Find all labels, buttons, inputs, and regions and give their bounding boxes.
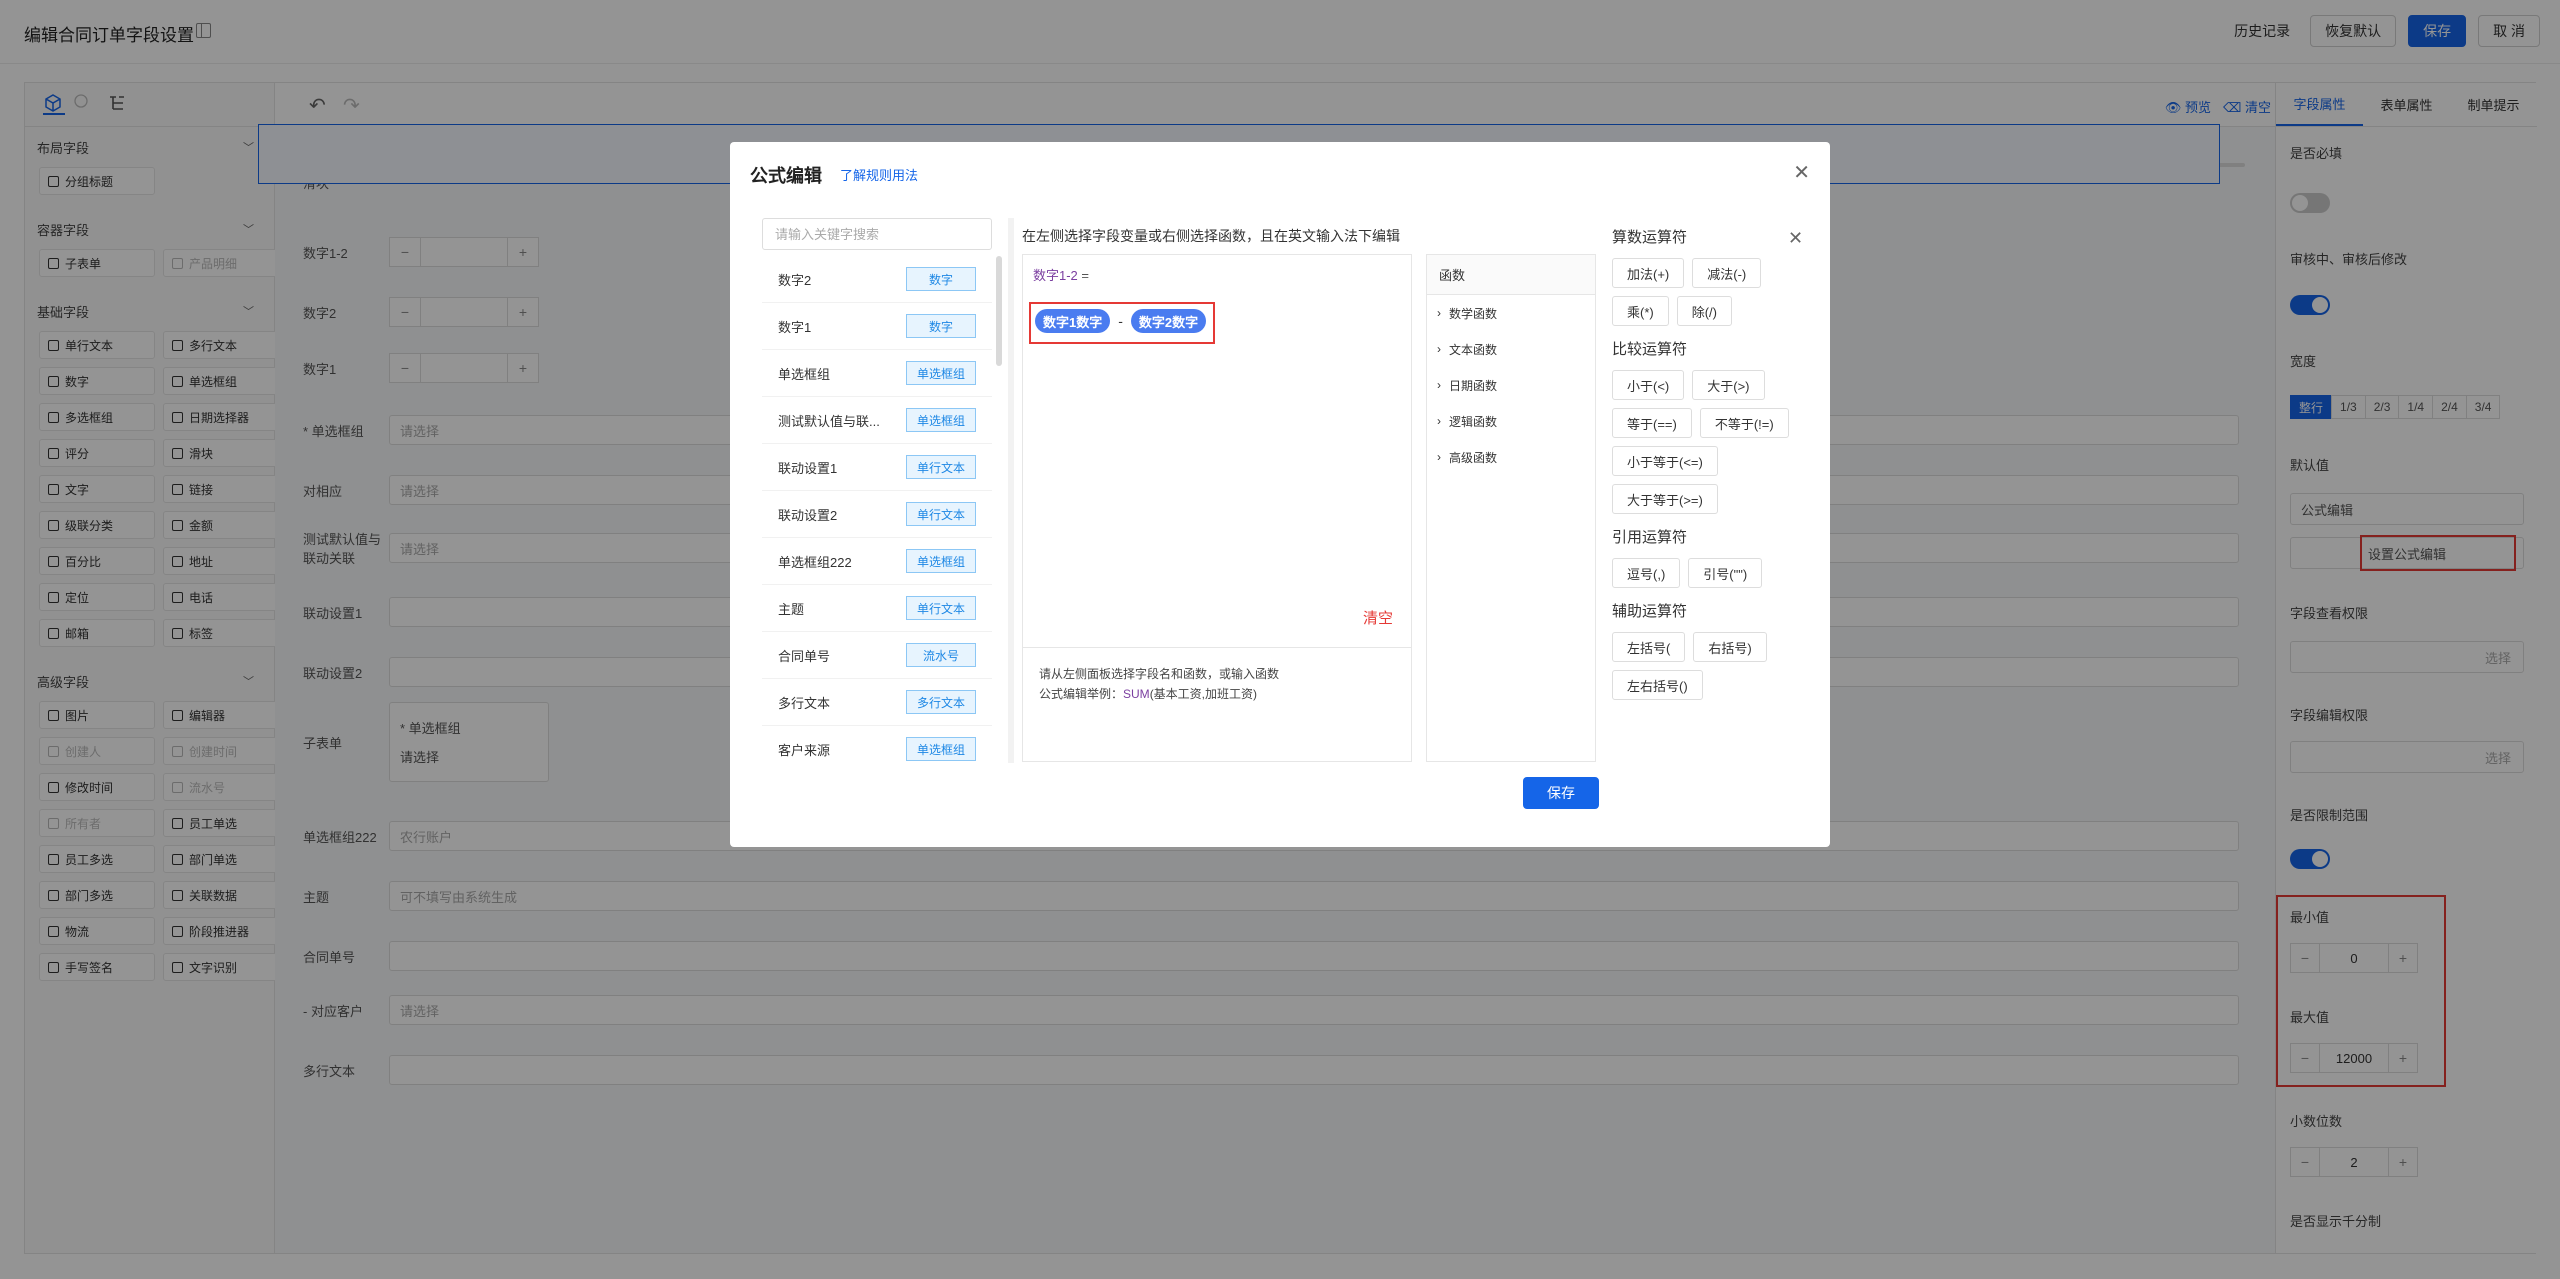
field-type-badge: 多行文本 bbox=[906, 690, 976, 714]
function-category-label: 逻辑函数 bbox=[1449, 414, 1498, 429]
operator-button[interactable]: 左右括号() bbox=[1612, 670, 1703, 700]
function-category-label: 数学函数 bbox=[1449, 306, 1498, 321]
field-variable-name: 联动设置2 bbox=[778, 507, 838, 523]
field-type-badge: 单选框组 bbox=[906, 737, 976, 761]
field-variable-item[interactable]: 客户来源 单选框组 bbox=[762, 726, 992, 761]
help-example-args: (基本工资,加班工资) bbox=[1149, 687, 1258, 701]
chevron-right-icon: › bbox=[1437, 342, 1441, 356]
field-type-badge: 数字 bbox=[906, 267, 976, 291]
help-example-fn: SUM bbox=[1123, 687, 1150, 701]
operator-button[interactable]: 乘(*) bbox=[1612, 296, 1669, 326]
function-header: 函数 bbox=[1427, 255, 1595, 295]
formula-editor-dialog: 公式编辑 了解规则用法 ✕ 数字2数字数字1数字单选框组单选框组测试默认值与联.… bbox=[730, 142, 1830, 847]
function-list: › 数学函数 › 文本函数 › 日期函数 › 逻辑函数 › 高级函数 bbox=[1427, 295, 1595, 475]
field-variable-list: 数字2 数字 数字1 数字 单选框组 单选框组 测试默认值与联... 单选框组 联动设置1 单行文… bbox=[762, 256, 992, 761]
field-variable-item[interactable]: 数字1 数字 bbox=[762, 303, 992, 350]
function-category[interactable]: › 逻辑函数 bbox=[1427, 403, 1595, 439]
rule-help-link[interactable]: 了解规则用法 bbox=[840, 165, 918, 184]
function-category[interactable]: › 文本函数 bbox=[1427, 331, 1595, 367]
equals-sign: = bbox=[1081, 268, 1090, 283]
operator-button[interactable]: 加法(+) bbox=[1612, 258, 1685, 288]
field-type-badge: 单选框组 bbox=[906, 408, 976, 432]
operator-panel: 算数运算符加法(+) 减法(-) 乘(*) 除(/) 比较运算符小于(<) 大于(>) 等于… bbox=[1612, 226, 1812, 712]
operator-button[interactable]: 逗号(,) bbox=[1612, 558, 1681, 588]
operator-button[interactable]: 等于(==) bbox=[1612, 408, 1692, 438]
field-variable-item[interactable]: 联动设置2 单行文本 bbox=[762, 491, 992, 538]
field-variable-item[interactable]: 单选框组222 单选框组 bbox=[762, 538, 992, 585]
field-variable-name: 数字2 bbox=[778, 272, 812, 288]
formula-editor[interactable]: 数字1-2 = 数字1数字 - 数字2数字 清空 请从左侧面板选择字段名和函数，… bbox=[1022, 254, 1412, 762]
function-category-label: 文本函数 bbox=[1449, 342, 1498, 357]
field-variable-item[interactable]: 单选框组 单选框组 bbox=[762, 350, 992, 397]
list-scrollbar[interactable] bbox=[996, 256, 1002, 366]
field-search-input[interactable] bbox=[762, 218, 992, 250]
field-type-badge: 单行文本 bbox=[906, 502, 976, 526]
operator-button[interactable]: 大于等于(>=) bbox=[1612, 484, 1718, 514]
function-category[interactable]: › 高级函数 bbox=[1427, 439, 1595, 475]
formula-save-button[interactable]: 保存 bbox=[1523, 777, 1599, 809]
field-variable-item[interactable]: 合同单号 流水号 bbox=[762, 632, 992, 679]
function-category[interactable]: › 日期函数 bbox=[1427, 367, 1595, 403]
formula-target: 数字1-2 = bbox=[1033, 265, 1089, 284]
operator-button[interactable]: 小于等于(<=) bbox=[1612, 446, 1718, 476]
operator-group: 加法(+) 减法(-) 乘(*) 除(/) bbox=[1612, 258, 1812, 326]
operator-button[interactable]: 除(/) bbox=[1676, 296, 1732, 326]
function-panel: 函数 › 数学函数 › 文本函数 › 日期函数 › 逻辑函数 › 高级函数 bbox=[1426, 254, 1596, 762]
field-variable-item[interactable]: 主题 单行文本 bbox=[762, 585, 992, 632]
field-variable-item[interactable]: 测试默认值与联... 单选框组 bbox=[762, 397, 992, 444]
operator-group: 逗号(,) 引号("") bbox=[1612, 558, 1812, 588]
field-variable-name: 数字1 bbox=[778, 319, 812, 335]
chevron-right-icon: › bbox=[1437, 450, 1441, 464]
operator-group: 小于(<) 大于(>) 等于(==) 不等于(!=) 小于等于(<=) 大于等于(>=) bbox=[1612, 370, 1812, 514]
operator-button[interactable]: 右括号) bbox=[1693, 632, 1767, 662]
operator-group-title: 比较运算符 bbox=[1612, 341, 1688, 358]
field-variable-name: 单选框组222 bbox=[778, 554, 852, 570]
field-variable-name: 客户来源 bbox=[778, 742, 831, 758]
operator-button[interactable]: 左括号( bbox=[1612, 632, 1686, 662]
operator-button[interactable]: 小于(<) bbox=[1612, 370, 1685, 400]
field-variable-item[interactable]: 多行文本 多行文本 bbox=[762, 679, 992, 726]
function-category-label: 高级函数 bbox=[1449, 450, 1498, 465]
field-variable-name: 多行文本 bbox=[778, 695, 831, 711]
chevron-right-icon: › bbox=[1437, 414, 1441, 428]
list-divider bbox=[1008, 218, 1014, 763]
operator-group-title: 算数运算符 bbox=[1612, 229, 1688, 246]
operator-group: 左括号(右括号) 左右括号() bbox=[1612, 632, 1812, 700]
help-text: 请从左侧面板选择字段名和函数，或输入函数 bbox=[1039, 667, 1280, 681]
clear-formula-button[interactable]: 清空 bbox=[1363, 607, 1393, 628]
operator-button[interactable]: 不等于(!=) bbox=[1699, 408, 1789, 438]
help-example-prefix: 公式编辑举例： bbox=[1039, 687, 1124, 701]
field-variable-name: 主题 bbox=[778, 601, 805, 617]
highlight-box bbox=[1029, 302, 1215, 344]
operator-group-title: 引用运算符 bbox=[1612, 529, 1688, 546]
field-type-badge: 流水号 bbox=[906, 643, 976, 667]
dialog-title: 公式编辑 bbox=[750, 166, 822, 186]
operator-button[interactable]: 减法(-) bbox=[1692, 258, 1762, 288]
chevron-right-icon: › bbox=[1437, 378, 1441, 392]
field-type-badge: 单行文本 bbox=[906, 455, 976, 479]
field-variable-item[interactable]: 联动设置1 单行文本 bbox=[762, 444, 992, 491]
operator-button[interactable]: 大于(>) bbox=[1692, 370, 1765, 400]
operator-group-title: 辅助运算符 bbox=[1612, 603, 1688, 620]
close-icon[interactable]: ✕ bbox=[1793, 160, 1810, 185]
help-example: 公式编辑举例：SUM(基本工资,加班工资) bbox=[1039, 684, 1395, 704]
field-variable-name: 单选框组 bbox=[778, 366, 831, 382]
field-variable-name: 合同单号 bbox=[778, 648, 831, 664]
formula-help: 请从左侧面板选择字段名和函数，或输入函数 公式编辑举例：SUM(基本工资,加班工… bbox=[1023, 647, 1411, 763]
target-field-name: 数字1-2 bbox=[1033, 268, 1078, 283]
editor-instruction: 在左侧选择字段变量或右侧选择函数，且在英文输入法下编辑 bbox=[1022, 228, 1400, 244]
field-variable-item[interactable]: 数字2 数字 bbox=[762, 256, 992, 303]
field-type-badge: 单选框组 bbox=[906, 361, 976, 385]
field-type-badge: 单选框组 bbox=[906, 549, 976, 573]
function-category[interactable]: › 数学函数 bbox=[1427, 295, 1595, 331]
field-variable-name: 测试默认值与联... bbox=[778, 413, 880, 429]
field-type-badge: 单行文本 bbox=[906, 596, 976, 620]
field-type-badge: 数字 bbox=[906, 314, 976, 338]
chevron-right-icon: › bbox=[1437, 306, 1441, 320]
operator-button[interactable]: 引号("") bbox=[1688, 558, 1763, 588]
function-category-label: 日期函数 bbox=[1449, 378, 1498, 393]
field-variable-name: 联动设置1 bbox=[778, 460, 838, 476]
